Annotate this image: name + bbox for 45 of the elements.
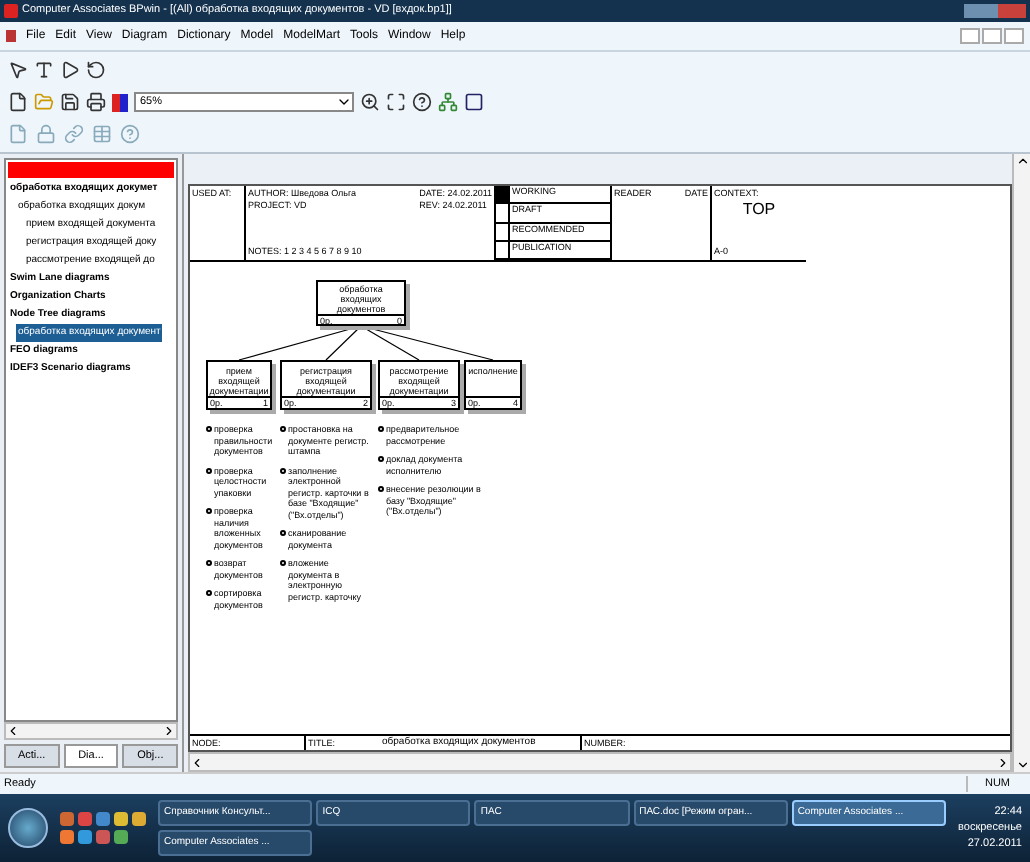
scroll-left-icon[interactable] xyxy=(190,755,204,769)
undo-icon[interactable] xyxy=(86,60,106,80)
save-icon[interactable] xyxy=(60,92,80,112)
restore-button[interactable] xyxy=(982,28,1002,44)
info-icon[interactable] xyxy=(120,124,140,144)
table-icon[interactable] xyxy=(92,124,112,144)
bullet-icon xyxy=(206,467,212,473)
scroll-right-icon[interactable] xyxy=(162,724,176,738)
bullet-icon xyxy=(280,560,286,566)
scroll-left-icon[interactable] xyxy=(6,724,20,738)
bullet-icon xyxy=(378,486,384,492)
link-icon[interactable] xyxy=(64,124,84,144)
zoom-in-icon[interactable] xyxy=(360,92,380,112)
bullet-icon xyxy=(206,508,212,514)
model-icon[interactable] xyxy=(464,92,484,112)
page-icon[interactable] xyxy=(8,124,28,144)
text-icon[interactable] xyxy=(34,60,54,80)
triangle-icon[interactable] xyxy=(60,60,80,80)
bullet-icon xyxy=(280,530,286,536)
scroll-down-icon[interactable] xyxy=(1015,758,1029,772)
bullet-icon xyxy=(378,426,384,432)
zoom-fit-icon[interactable] xyxy=(386,92,406,112)
bullet-icon xyxy=(280,426,286,432)
new-file-icon[interactable] xyxy=(8,92,28,112)
status-checkbox[interactable] xyxy=(496,186,510,203)
bullet-icon xyxy=(206,426,212,432)
bullet-icon xyxy=(206,560,212,566)
scroll-up-icon[interactable] xyxy=(1015,154,1029,168)
color-icon[interactable] xyxy=(112,93,128,111)
help-icon[interactable] xyxy=(412,92,432,112)
scroll-right-icon[interactable] xyxy=(996,755,1010,769)
close-button[interactable] xyxy=(1004,28,1024,44)
lock-icon[interactable] xyxy=(36,124,56,144)
horizontal-scrollbar[interactable] xyxy=(188,752,1012,772)
vertical-scrollbar[interactable] xyxy=(1012,154,1030,772)
bullet-icon xyxy=(280,467,286,473)
bullet-icon xyxy=(206,590,212,596)
pointer-icon[interactable] xyxy=(8,60,28,80)
tree-icon[interactable] xyxy=(438,92,458,112)
context-value: TOP xyxy=(742,200,776,220)
horizontal-scrollbar[interactable] xyxy=(4,722,178,740)
start-button[interactable] xyxy=(8,808,48,848)
bullet-icon xyxy=(378,456,384,462)
printer-icon[interactable] xyxy=(86,92,106,112)
app-icon xyxy=(4,4,18,18)
